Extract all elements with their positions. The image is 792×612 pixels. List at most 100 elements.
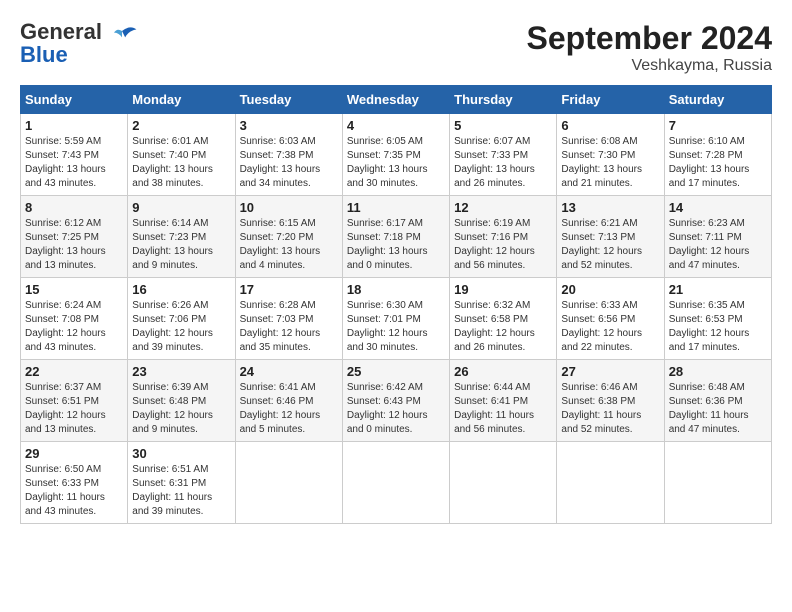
day-info: Sunrise: 6:01 AM Sunset: 7:40 PM Dayligh… <box>132 135 230 191</box>
day-number: 14 <box>669 200 767 215</box>
header-sunday: Sunday <box>21 86 128 114</box>
day-number: 13 <box>561 200 659 215</box>
calendar-day-14: 14 Sunrise: 6:23 AM Sunset: 7:11 PM Dayl… <box>664 196 771 278</box>
day-number: 27 <box>561 364 659 379</box>
calendar-day-17: 17 Sunrise: 6:28 AM Sunset: 7:03 PM Dayl… <box>235 278 342 360</box>
day-info: Sunrise: 6:15 AM Sunset: 7:20 PM Dayligh… <box>240 217 338 273</box>
day-number: 7 <box>669 118 767 133</box>
calendar-day-9: 9 Sunrise: 6:14 AM Sunset: 7:23 PM Dayli… <box>128 196 235 278</box>
calendar-day-26: 26 Sunrise: 6:44 AM Sunset: 6:41 PM Dayl… <box>450 360 557 442</box>
calendar-day-24: 24 Sunrise: 6:41 AM Sunset: 6:46 PM Dayl… <box>235 360 342 442</box>
day-info: Sunrise: 6:28 AM Sunset: 7:03 PM Dayligh… <box>240 299 338 355</box>
calendar-week-1: 1 Sunrise: 5:59 AM Sunset: 7:43 PM Dayli… <box>21 114 772 196</box>
day-number: 21 <box>669 282 767 297</box>
day-number: 17 <box>240 282 338 297</box>
calendar-day-8: 8 Sunrise: 6:12 AM Sunset: 7:25 PM Dayli… <box>21 196 128 278</box>
day-number: 25 <box>347 364 445 379</box>
day-number: 1 <box>25 118 123 133</box>
day-info: Sunrise: 6:21 AM Sunset: 7:13 PM Dayligh… <box>561 217 659 273</box>
day-number: 12 <box>454 200 552 215</box>
day-info: Sunrise: 6:30 AM Sunset: 7:01 PM Dayligh… <box>347 299 445 355</box>
day-info: Sunrise: 6:05 AM Sunset: 7:35 PM Dayligh… <box>347 135 445 191</box>
calendar-day-25: 25 Sunrise: 6:42 AM Sunset: 6:43 PM Dayl… <box>342 360 449 442</box>
calendar-week-2: 8 Sunrise: 6:12 AM Sunset: 7:25 PM Dayli… <box>21 196 772 278</box>
calendar-day-21: 21 Sunrise: 6:35 AM Sunset: 6:53 PM Dayl… <box>664 278 771 360</box>
day-info: Sunrise: 6:46 AM Sunset: 6:38 PM Dayligh… <box>561 381 659 437</box>
day-info: Sunrise: 6:24 AM Sunset: 7:08 PM Dayligh… <box>25 299 123 355</box>
day-number: 9 <box>132 200 230 215</box>
empty-cell <box>664 442 771 524</box>
header-tuesday: Tuesday <box>235 86 342 114</box>
day-number: 8 <box>25 200 123 215</box>
calendar-day-15: 15 Sunrise: 6:24 AM Sunset: 7:08 PM Dayl… <box>21 278 128 360</box>
day-info: Sunrise: 6:03 AM Sunset: 7:38 PM Dayligh… <box>240 135 338 191</box>
calendar-day-11: 11 Sunrise: 6:17 AM Sunset: 7:18 PM Dayl… <box>342 196 449 278</box>
calendar-day-23: 23 Sunrise: 6:39 AM Sunset: 6:48 PM Dayl… <box>128 360 235 442</box>
day-info: Sunrise: 6:44 AM Sunset: 6:41 PM Dayligh… <box>454 381 552 437</box>
day-number: 15 <box>25 282 123 297</box>
day-number: 24 <box>240 364 338 379</box>
day-number: 19 <box>454 282 552 297</box>
calendar-week-3: 15 Sunrise: 6:24 AM Sunset: 7:08 PM Dayl… <box>21 278 772 360</box>
day-number: 30 <box>132 446 230 461</box>
day-info: Sunrise: 6:41 AM Sunset: 6:46 PM Dayligh… <box>240 381 338 437</box>
calendar-day-28: 28 Sunrise: 6:48 AM Sunset: 6:36 PM Dayl… <box>664 360 771 442</box>
day-number: 29 <box>25 446 123 461</box>
calendar-day-10: 10 Sunrise: 6:15 AM Sunset: 7:20 PM Dayl… <box>235 196 342 278</box>
calendar-location: Veshkayma, Russia <box>527 57 772 75</box>
calendar-day-4: 4 Sunrise: 6:05 AM Sunset: 7:35 PM Dayli… <box>342 114 449 196</box>
day-info: Sunrise: 6:23 AM Sunset: 7:11 PM Dayligh… <box>669 217 767 273</box>
day-info: Sunrise: 6:35 AM Sunset: 6:53 PM Dayligh… <box>669 299 767 355</box>
calendar-day-1: 1 Sunrise: 5:59 AM Sunset: 7:43 PM Dayli… <box>21 114 128 196</box>
calendar-day-22: 22 Sunrise: 6:37 AM Sunset: 6:51 PM Dayl… <box>21 360 128 442</box>
logo-blue: Blue <box>20 43 102 66</box>
day-info: Sunrise: 6:37 AM Sunset: 6:51 PM Dayligh… <box>25 381 123 437</box>
day-number: 11 <box>347 200 445 215</box>
header-saturday: Saturday <box>664 86 771 114</box>
empty-cell <box>450 442 557 524</box>
day-info: Sunrise: 6:42 AM Sunset: 6:43 PM Dayligh… <box>347 381 445 437</box>
header-wednesday: Wednesday <box>342 86 449 114</box>
calendar-day-19: 19 Sunrise: 6:32 AM Sunset: 6:58 PM Dayl… <box>450 278 557 360</box>
day-number: 20 <box>561 282 659 297</box>
day-info: Sunrise: 6:33 AM Sunset: 6:56 PM Dayligh… <box>561 299 659 355</box>
calendar-body: 1 Sunrise: 5:59 AM Sunset: 7:43 PM Dayli… <box>21 114 772 524</box>
calendar-day-30: 30 Sunrise: 6:51 AM Sunset: 6:31 PM Dayl… <box>128 442 235 524</box>
calendar-day-6: 6 Sunrise: 6:08 AM Sunset: 7:30 PM Dayli… <box>557 114 664 196</box>
calendar-day-7: 7 Sunrise: 6:10 AM Sunset: 7:28 PM Dayli… <box>664 114 771 196</box>
calendar-day-29: 29 Sunrise: 6:50 AM Sunset: 6:33 PM Dayl… <box>21 442 128 524</box>
day-info: Sunrise: 6:48 AM Sunset: 6:36 PM Dayligh… <box>669 381 767 437</box>
day-info: Sunrise: 6:26 AM Sunset: 7:06 PM Dayligh… <box>132 299 230 355</box>
day-number: 26 <box>454 364 552 379</box>
day-info: Sunrise: 6:39 AM Sunset: 6:48 PM Dayligh… <box>132 381 230 437</box>
calendar-day-20: 20 Sunrise: 6:33 AM Sunset: 6:56 PM Dayl… <box>557 278 664 360</box>
day-number: 4 <box>347 118 445 133</box>
calendar-day-12: 12 Sunrise: 6:19 AM Sunset: 7:16 PM Dayl… <box>450 196 557 278</box>
day-number: 22 <box>25 364 123 379</box>
calendar-table: SundayMondayTuesdayWednesdayThursdayFrid… <box>20 85 772 524</box>
day-info: Sunrise: 6:50 AM Sunset: 6:33 PM Dayligh… <box>25 463 123 519</box>
day-info: Sunrise: 6:10 AM Sunset: 7:28 PM Dayligh… <box>669 135 767 191</box>
day-info: Sunrise: 6:32 AM Sunset: 6:58 PM Dayligh… <box>454 299 552 355</box>
day-number: 18 <box>347 282 445 297</box>
calendar-month-year: September 2024 <box>527 20 772 57</box>
logo-bird-icon <box>106 23 138 55</box>
day-number: 5 <box>454 118 552 133</box>
day-info: Sunrise: 6:08 AM Sunset: 7:30 PM Dayligh… <box>561 135 659 191</box>
calendar-day-18: 18 Sunrise: 6:30 AM Sunset: 7:01 PM Dayl… <box>342 278 449 360</box>
calendar-day-27: 27 Sunrise: 6:46 AM Sunset: 6:38 PM Dayl… <box>557 360 664 442</box>
empty-cell <box>342 442 449 524</box>
empty-cell <box>557 442 664 524</box>
logo-general: General <box>20 20 102 43</box>
day-number: 23 <box>132 364 230 379</box>
day-info: Sunrise: 5:59 AM Sunset: 7:43 PM Dayligh… <box>25 135 123 191</box>
calendar-week-5: 29 Sunrise: 6:50 AM Sunset: 6:33 PM Dayl… <box>21 442 772 524</box>
day-number: 6 <box>561 118 659 133</box>
header-monday: Monday <box>128 86 235 114</box>
day-info: Sunrise: 6:19 AM Sunset: 7:16 PM Dayligh… <box>454 217 552 273</box>
calendar-day-13: 13 Sunrise: 6:21 AM Sunset: 7:13 PM Dayl… <box>557 196 664 278</box>
logo: General Blue <box>20 20 138 66</box>
day-info: Sunrise: 6:07 AM Sunset: 7:33 PM Dayligh… <box>454 135 552 191</box>
calendar-day-16: 16 Sunrise: 6:26 AM Sunset: 7:06 PM Dayl… <box>128 278 235 360</box>
calendar-day-2: 2 Sunrise: 6:01 AM Sunset: 7:40 PM Dayli… <box>128 114 235 196</box>
